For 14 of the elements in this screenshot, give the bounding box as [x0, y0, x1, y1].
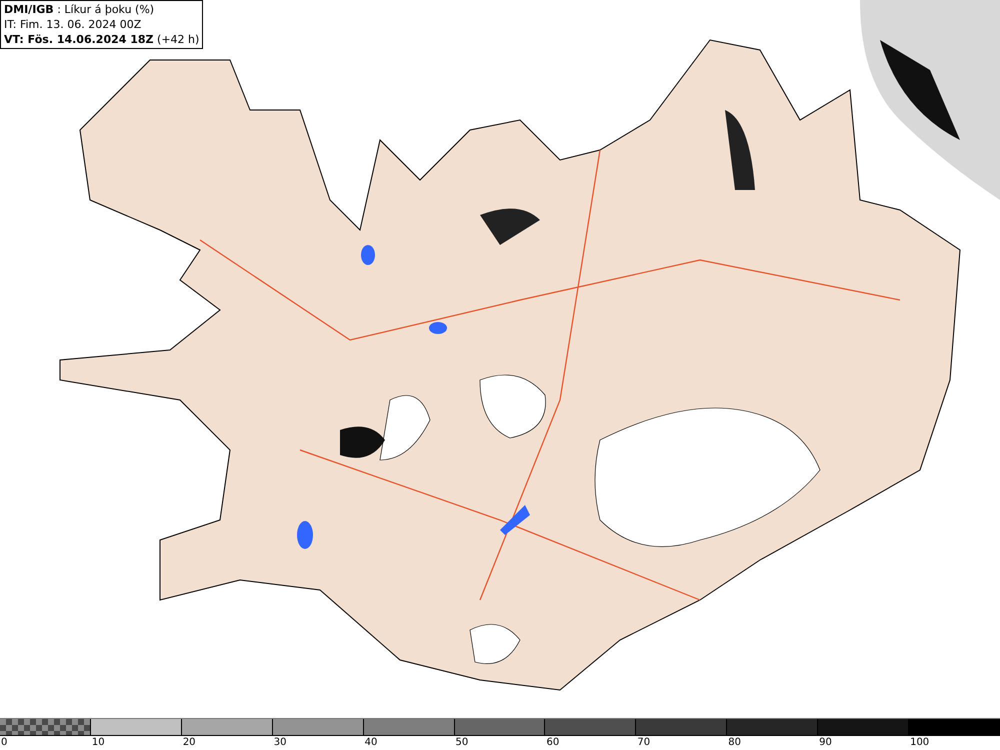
- info-text: VT: Fös. 14.06.2024 18Z (+42 h): [4, 32, 200, 47]
- scale-label: 50: [454, 737, 468, 748]
- scale-label: 40: [364, 737, 378, 748]
- info-text: DMI/IGB : Líkur á þoku (%): [4, 2, 156, 17]
- scale-label: 10: [90, 737, 105, 748]
- scale-label: 90: [818, 737, 832, 748]
- scale-label: 70: [636, 737, 650, 748]
- scale-label: 60: [545, 737, 560, 748]
- scale-label: 80: [727, 737, 741, 748]
- scale-label: 0: [0, 737, 8, 748]
- scale-label: 100: [909, 737, 930, 748]
- scale-label: 20: [182, 737, 196, 748]
- info-text: IT: Fim. 13. 06. 2024 00Z: [4, 17, 142, 32]
- scale-label: 30: [272, 737, 286, 748]
